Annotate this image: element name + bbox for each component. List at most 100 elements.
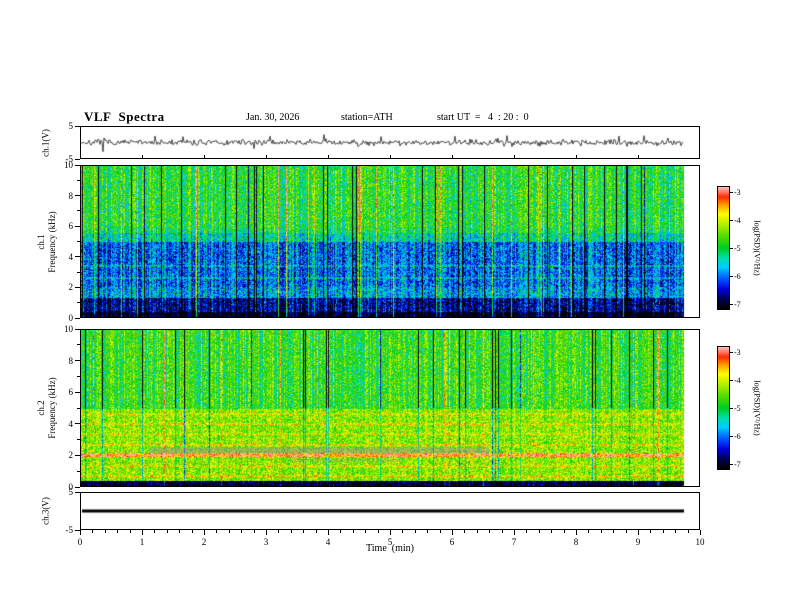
x-minor-tick [402, 530, 404, 533]
ch3-voltage-ylabel: ch.3(V) [40, 497, 51, 525]
x-minor-tick [117, 530, 119, 533]
y-tick-mark [75, 195, 80, 197]
ch1-ylabel-line2: Frequency (kHz) [47, 210, 57, 273]
colorbar-tick-label: -4 [734, 215, 741, 225]
date-label: Jan. 30, 2026 [246, 112, 300, 123]
y-minor-tick [77, 302, 80, 304]
x-panel-tick [266, 314, 267, 317]
x-minor-tick [278, 530, 280, 533]
x-tick-mark [452, 530, 453, 535]
y-tick-mark [75, 454, 80, 456]
colorbar-tick-mark [730, 407, 733, 409]
x-panel-tick [390, 155, 391, 158]
x-minor-tick [662, 530, 664, 533]
y-tick-mark [75, 286, 80, 288]
x-minor-tick [216, 530, 218, 533]
x-minor-tick [414, 530, 416, 533]
x-panel-tick [638, 483, 639, 486]
colorbar-tick-label: -5 [734, 403, 741, 413]
y-tick-mark [75, 158, 80, 160]
colorbar-tick-mark [730, 191, 733, 193]
x-minor-tick [600, 530, 602, 533]
y-tick-label: 0 [68, 313, 74, 323]
x-minor-tick [340, 530, 342, 533]
y-tick-label: 4 [68, 418, 74, 429]
x-minor-tick [191, 530, 193, 533]
x-tick-mark [80, 530, 81, 535]
x-panel-tick [452, 314, 453, 317]
x-panel-tick [142, 155, 143, 158]
ch1-spectrogram-canvas [81, 166, 699, 317]
colorbar-tick-label: -6 [734, 271, 741, 281]
ch3-waveform-panel [80, 492, 700, 530]
vlf-spectra-figure: VLF Spectra Jan. 30, 2026 station=ATH st… [0, 0, 792, 612]
x-minor-tick [377, 530, 379, 533]
colorbar-tick-label: -7 [734, 459, 741, 469]
x-tick-label: 4 [325, 537, 331, 547]
x-tick-mark [638, 530, 639, 535]
x-minor-tick [625, 530, 627, 533]
y-tick-mark [75, 317, 80, 319]
x-panel-tick [142, 483, 143, 486]
x-panel-tick [576, 483, 577, 486]
x-tick-label: 8 [573, 537, 579, 547]
station-label: station=ATH [341, 112, 393, 123]
x-tick-mark [576, 530, 577, 535]
figure-title: VLF Spectra [84, 109, 165, 124]
x-panel-tick [266, 483, 267, 486]
x-minor-tick [687, 530, 689, 533]
x-minor-tick [352, 530, 354, 533]
y-tick-label: 2 [68, 282, 74, 293]
ch1-spectrogram-panel [80, 165, 700, 318]
x-panel-tick [390, 483, 391, 486]
colorbar-tick-label: -7 [734, 299, 741, 309]
ch1-frequency-ylabel: ch.1 Frequency (kHz) [36, 211, 59, 272]
y-tick-label: 4 [68, 251, 74, 262]
ch2-colorbar-label: log(PSD)(V²/Hz) [752, 380, 762, 436]
y-minor-tick [77, 210, 80, 212]
x-panel-tick [514, 155, 515, 158]
x-tick-label: 6 [449, 537, 455, 547]
ch2-colorbar-canvas [718, 347, 729, 469]
x-panel-tick [142, 314, 143, 317]
x-panel-tick [328, 155, 329, 158]
x-minor-tick [92, 530, 94, 533]
ch1-voltage-ylabel: ch.1(V) [40, 128, 51, 157]
x-tick-mark [142, 530, 143, 535]
x-panel-tick [514, 314, 515, 317]
colorbar-tick-label: -3 [734, 347, 741, 357]
x-minor-tick [315, 530, 317, 533]
x-minor-tick [538, 530, 540, 533]
x-panel-tick [638, 314, 639, 317]
x-minor-tick [501, 530, 503, 533]
x-panel-tick [452, 155, 453, 158]
x-minor-tick [588, 530, 590, 533]
y-minor-tick [77, 271, 80, 273]
ch2-spectrogram-canvas [81, 330, 699, 486]
y-tick-mark [75, 125, 80, 127]
x-minor-tick [551, 530, 553, 533]
colorbar-tick-mark [730, 247, 733, 249]
x-tick-mark [390, 530, 391, 535]
x-panel-tick [204, 483, 205, 486]
y-minor-tick [77, 439, 80, 441]
ch1-colorbar-canvas [718, 187, 729, 309]
y-tick-label: 2 [68, 450, 74, 461]
x-minor-tick [439, 530, 441, 533]
x-minor-tick [129, 530, 131, 533]
x-minor-tick [675, 530, 677, 533]
y-tick-label: 6 [68, 221, 74, 232]
x-minor-tick [104, 530, 106, 533]
x-tick-mark [328, 530, 329, 535]
y-tick-mark [75, 360, 80, 362]
x-panel-tick [390, 314, 391, 317]
ch1-ylabel-line1: ch.1 [35, 233, 46, 250]
x-minor-tick [154, 530, 156, 533]
y-tick-label: 10 [64, 324, 73, 334]
y-tick-label: 10 [64, 160, 73, 170]
x-minor-tick [563, 530, 565, 533]
y-minor-tick [77, 407, 80, 409]
colorbar-tick-mark [730, 435, 733, 437]
colorbar-tick-label: -6 [734, 431, 741, 441]
ch2-ylabel-line1: ch.2 [35, 400, 46, 416]
